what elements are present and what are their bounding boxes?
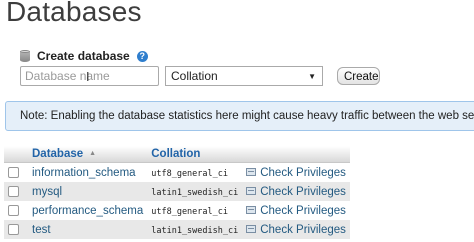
check-privileges-link[interactable]: Check Privileges (260, 205, 346, 217)
note-text: Note: Enabling the database statistics h… (20, 110, 474, 122)
row-checkbox[interactable] (8, 204, 19, 216)
create-database-label: Create database (37, 49, 130, 63)
header-collation-label: Collation (151, 148, 201, 160)
page-title: Databases (6, 0, 142, 27)
collation-select-value: Collation (171, 69, 218, 83)
database-link[interactable]: information_schema (32, 167, 136, 179)
privileges-icon[interactable] (246, 225, 257, 234)
collation-value: utf8_general_ci (151, 206, 228, 217)
table-row: mysql latin1_swedish_ci Check Privileges (4, 182, 350, 201)
header-database[interactable]: Database ▲ (28, 146, 148, 163)
database-link[interactable]: test (32, 224, 51, 236)
database-icon (20, 50, 30, 62)
privileges-icon[interactable] (246, 206, 257, 215)
chevron-down-icon: ▼ (308, 71, 316, 81)
row-checkbox[interactable] (8, 166, 19, 178)
privileges-icon[interactable] (246, 187, 257, 196)
collation-value: latin1_swedish_ci (151, 187, 239, 198)
header-select (4, 146, 28, 163)
create-button[interactable]: Create (337, 67, 380, 85)
row-checkbox[interactable] (8, 185, 19, 197)
table-row: information_schema utf8_general_ci Check… (4, 162, 350, 182)
collation-select[interactable]: Collation ▼ (165, 66, 323, 86)
row-checkbox[interactable] (8, 223, 19, 235)
table-header-row: Database ▲ Collation (4, 146, 350, 163)
database-name-input[interactable] (20, 66, 159, 86)
table-row: test latin1_swedish_ci Check Privileges (4, 220, 350, 239)
table-row: performance_schema utf8_general_ci Check… (4, 201, 350, 220)
check-privileges-link[interactable]: Check Privileges (260, 167, 346, 179)
databases-table: Database ▲ Collation information_schema u… (4, 146, 350, 239)
collation-value: latin1_swedish_ci (151, 225, 239, 236)
sort-asc-icon: ▲ (89, 150, 97, 158)
check-privileges-link[interactable]: Check Privileges (260, 224, 346, 236)
create-database-heading: Create database ? (20, 48, 148, 64)
help-icon[interactable]: ? (136, 50, 148, 62)
header-database-label: Database (32, 148, 84, 160)
database-link[interactable]: mysql (32, 186, 62, 198)
statistics-note: Note: Enabling the database statistics h… (5, 101, 474, 131)
header-collation[interactable]: Collation (147, 146, 243, 163)
collation-value: utf8_general_ci (151, 168, 228, 179)
check-privileges-link[interactable]: Check Privileges (260, 186, 346, 198)
database-link[interactable]: performance_schema (32, 205, 143, 217)
privileges-icon[interactable] (246, 168, 257, 177)
header-action (242, 146, 350, 163)
